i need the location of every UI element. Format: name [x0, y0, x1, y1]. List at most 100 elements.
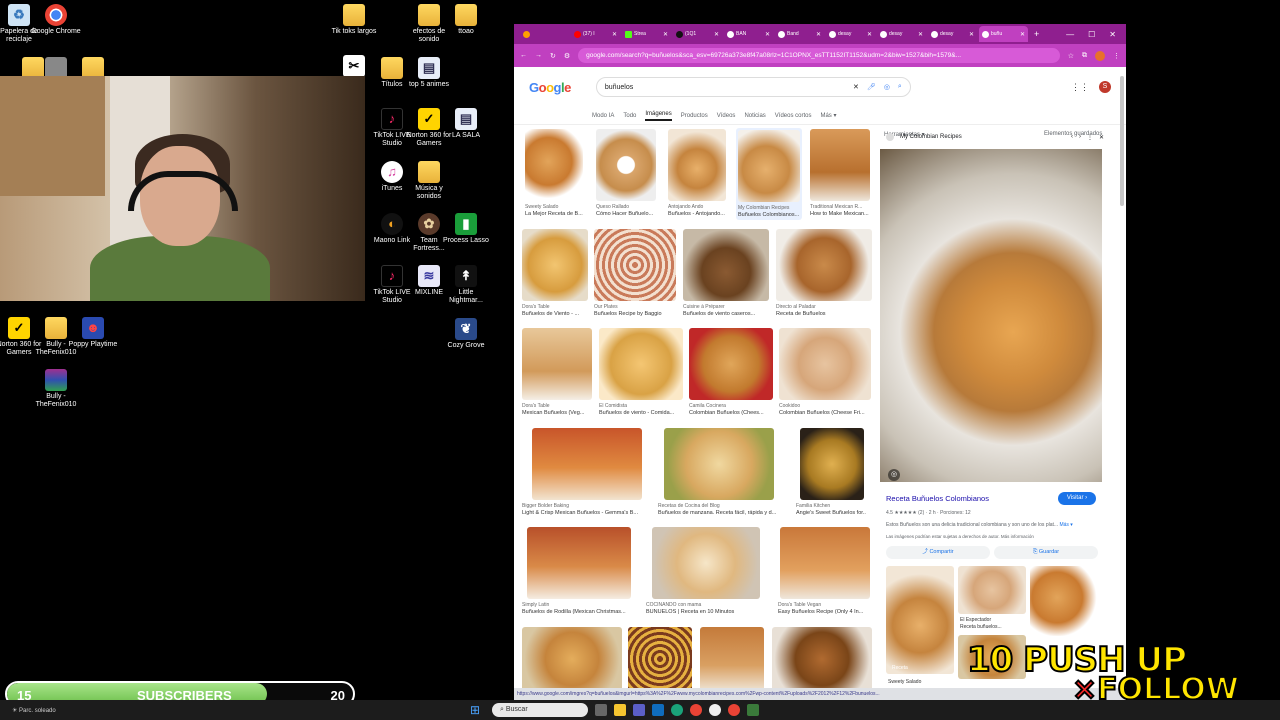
result-image[interactable]	[522, 328, 592, 400]
folder-shortcut[interactable]: Música y sonidos	[404, 161, 454, 201]
result-image[interactable]	[522, 229, 588, 301]
account-avatar[interactable]: S	[1099, 81, 1111, 93]
browser-tab-active[interactable]: buñu ✕	[979, 26, 1028, 42]
image-result[interactable]	[522, 627, 622, 691]
image-result[interactable]: Familia Kitchen Angie's Sweet Buñuelos fo…	[796, 428, 866, 516]
result-image[interactable]	[594, 229, 676, 301]
share-button[interactable]: ⤴ Compartir	[886, 546, 990, 559]
browser-tab[interactable]: BAN ✕	[724, 26, 773, 42]
result-image[interactable]	[525, 129, 583, 201]
result-image[interactable]	[532, 428, 642, 500]
url-field[interactable]: google.com/search?q=buñuelos&sca_esv=697…	[578, 48, 1060, 63]
result-image[interactable]	[779, 328, 871, 400]
image-result[interactable]: Antojando Ando Buñuelos - Antojando...	[668, 129, 726, 217]
file-shortcut[interactable]: ▤ LA SALA	[441, 108, 491, 140]
image-result[interactable]: Traditional Mexican R... How to Make Mexi…	[810, 129, 870, 217]
filter-short-videos[interactable]: Vídeos cortos	[775, 113, 812, 119]
maximize-icon[interactable]: ☐	[1088, 30, 1095, 39]
filter-news[interactable]: Noticias	[744, 113, 765, 119]
app-icon[interactable]	[747, 704, 759, 716]
lens-icon[interactable]: ◎	[884, 83, 890, 91]
result-image[interactable]	[683, 229, 769, 301]
bookmark-icon[interactable]: ☆	[1068, 52, 1074, 60]
close-icon[interactable]: ✕	[969, 31, 974, 38]
search-box[interactable]: buñuelos ✕ 🎤︎ ◎ ⌕	[595, 77, 911, 97]
close-icon[interactable]: ✕	[663, 31, 668, 38]
image-result[interactable]: Dora's Table Buñuelos de Viento - ...	[522, 229, 588, 317]
visit-button[interactable]: Visitar ›	[1058, 492, 1096, 505]
image-result[interactable]: Queso Rallado Cómo Hacer Buñuelo...	[596, 129, 656, 217]
google-logo[interactable]: Google	[529, 80, 571, 95]
result-image[interactable]	[628, 627, 692, 691]
filter-videos[interactable]: Vídeos	[717, 113, 736, 119]
filter-all[interactable]: Todo	[623, 113, 636, 119]
image-result[interactable]: Dora's Table Vegan Easy Buñuelos Recipe (…	[778, 527, 872, 615]
image-result[interactable]	[772, 627, 872, 691]
result-image[interactable]	[522, 627, 622, 691]
result-image[interactable]	[780, 527, 870, 599]
file-explorer-icon[interactable]	[614, 704, 626, 716]
weather-widget[interactable]: ☀ Parc. soleado	[0, 707, 470, 714]
file-shortcut[interactable]: ▤ top 5 animes	[404, 57, 454, 89]
image-result[interactable]	[628, 627, 692, 691]
image-result[interactable]: Directo al Paladar Receta de Buñuelos	[776, 229, 872, 317]
forward-icon[interactable]: →	[535, 52, 542, 59]
edge-icon[interactable]	[671, 704, 683, 716]
chrome-icon[interactable]	[728, 704, 740, 716]
result-image[interactable]	[599, 328, 683, 400]
tab-pinned[interactable]	[520, 26, 569, 42]
close-icon[interactable]: ✕	[612, 31, 617, 38]
image-result[interactable]: Cookidoo Colombian Buñuelos (Cheese Fri..…	[779, 328, 871, 416]
filter-images[interactable]: Imágenes	[645, 111, 672, 121]
image-result[interactable]: Camila Cocinera Colombian Buñuelos (Chees…	[689, 328, 773, 416]
image-result-selected[interactable]: My Colombian Recipes Buñuelos Colombianos…	[736, 128, 802, 220]
close-icon[interactable]: ✕	[765, 31, 770, 38]
result-image[interactable]	[689, 328, 773, 400]
close-icon[interactable]: ✕	[1020, 31, 1025, 38]
related-image[interactable]	[1030, 566, 1098, 636]
close-window-icon[interactable]: ✕	[1109, 30, 1116, 39]
scrollbar[interactable]	[1120, 76, 1124, 206]
profile-icon[interactable]	[1095, 50, 1105, 61]
image-result[interactable]	[700, 627, 764, 691]
new-tab-icon[interactable]: +	[1034, 29, 1039, 39]
browser-tab[interactable]: (37) I ✕	[571, 26, 620, 42]
folder-shortcut[interactable]: ttoao	[441, 4, 491, 36]
more-icon[interactable]: ⋮	[1087, 134, 1093, 141]
browser-tab[interactable]: desay ✕	[877, 26, 926, 42]
image-result[interactable]: Cuisine à Préparer Buñuelos de viento cas…	[683, 229, 769, 317]
chrome-icon[interactable]	[690, 704, 702, 716]
close-icon[interactable]: ✕	[867, 31, 872, 38]
apps-grid-icon[interactable]: ⋮⋮	[1071, 82, 1089, 93]
result-image[interactable]	[772, 627, 872, 691]
taskbar-search[interactable]: ⌕ Buscar	[492, 703, 588, 717]
browser-tab[interactable]: (1Q1 ✕	[673, 26, 722, 42]
result-image[interactable]	[810, 129, 870, 201]
image-result[interactable]: Simply Latin Buñuelos de Rodilla (Mexican…	[522, 527, 634, 615]
filter-ai-mode[interactable]: Modo IA	[592, 113, 614, 119]
extensions-icon[interactable]: ⧉	[1082, 52, 1087, 60]
prev-icon[interactable]: ‹	[1071, 134, 1073, 140]
related-image[interactable]	[958, 566, 1026, 614]
browser-tab[interactable]: desay ✕	[826, 26, 875, 42]
save-button[interactable]: ⎘ Guardar	[994, 546, 1098, 559]
process-lasso-shortcut[interactable]: ▮ Process Lasso	[441, 213, 491, 245]
mic-icon[interactable]: 🎤︎	[867, 83, 876, 91]
result-image[interactable]	[652, 527, 760, 599]
browser-tab[interactable]: Band ✕	[775, 26, 824, 42]
next-icon[interactable]: ›	[1079, 134, 1081, 140]
image-result[interactable]: Our Plates Buñuelos Recipe by Baggio	[594, 229, 676, 317]
chrome-shortcut[interactable]: Google Chrome	[31, 4, 81, 36]
close-icon[interactable]: ✕	[816, 31, 821, 38]
image-result[interactable]: Sweety Salado La Mejor Receta de B...	[525, 129, 583, 217]
browser-tab[interactable]: Strea ✕	[622, 26, 671, 42]
image-result[interactable]: COCINANDO con mama BUÑUELOS | Receta en 1…	[646, 527, 762, 615]
clear-icon[interactable]: ✕	[853, 83, 859, 91]
search-input[interactable]: buñuelos	[605, 84, 845, 91]
teams-icon[interactable]	[633, 704, 645, 716]
menu-icon[interactable]: ⋮	[1113, 52, 1120, 60]
close-icon[interactable]: ✕	[1099, 134, 1104, 141]
minimize-icon[interactable]: —	[1066, 30, 1074, 39]
result-image[interactable]	[700, 627, 764, 691]
browser-tab[interactable]: desay ✕	[928, 26, 977, 42]
